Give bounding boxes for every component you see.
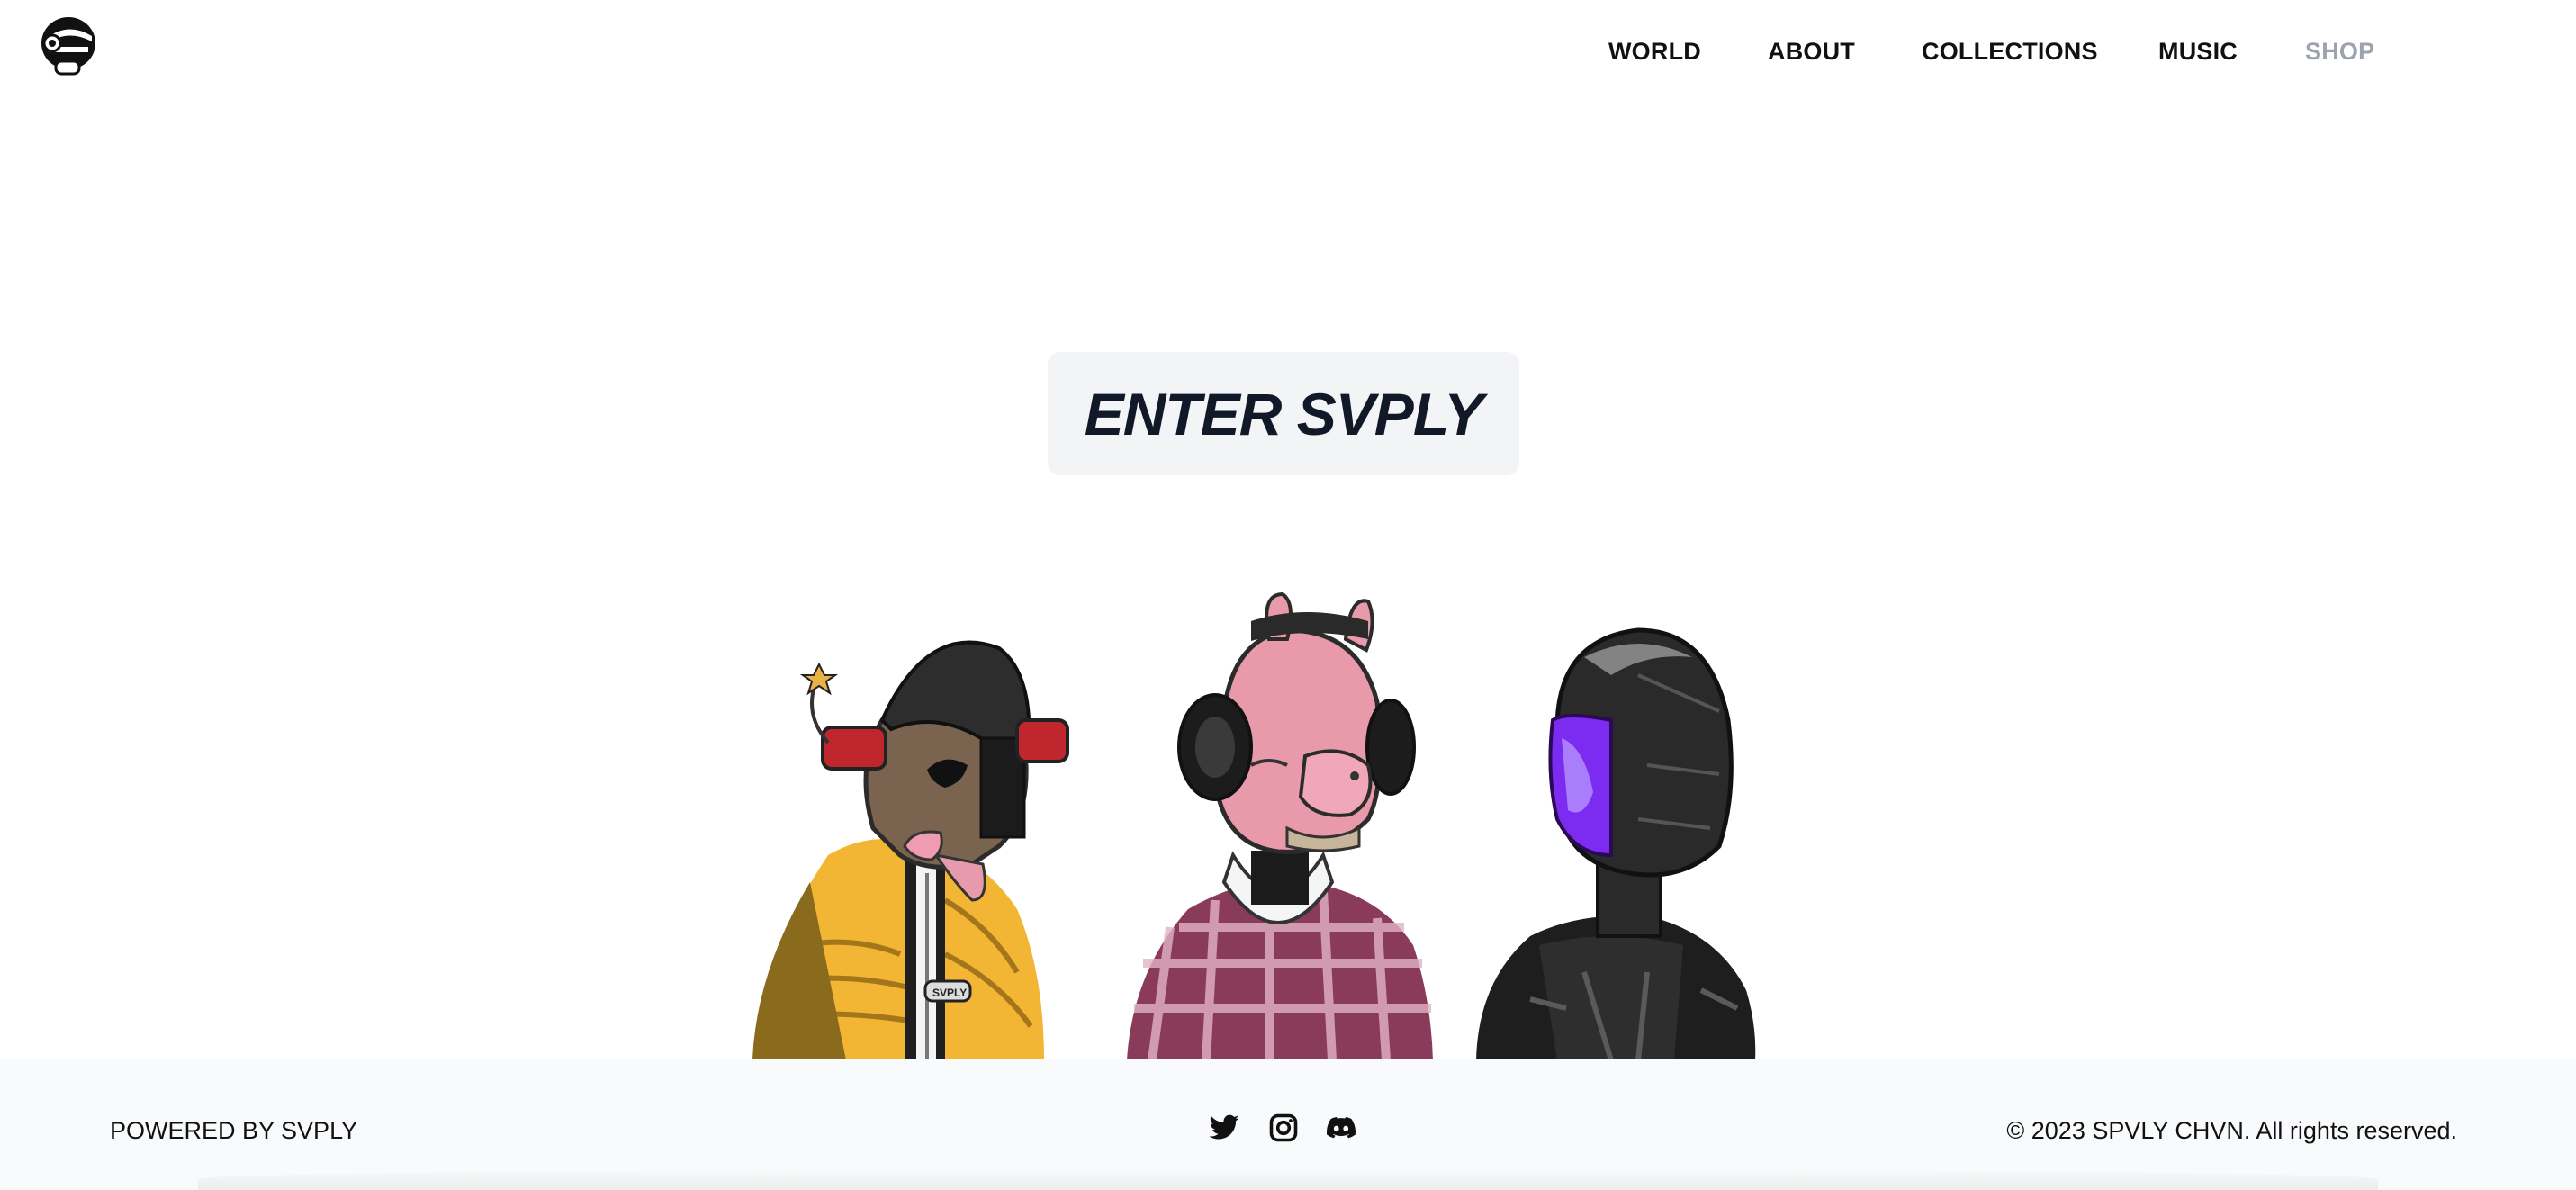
nav-world[interactable]: WORLD [1608, 38, 1701, 66]
enter-svply-label: ENTER SVPLY [1084, 380, 1484, 447]
nav-music[interactable]: MUSIC [2158, 38, 2238, 66]
footer-shadow [198, 1168, 2378, 1190]
nav-shop[interactable]: SHOP [2305, 38, 2374, 66]
powered-by-text: POWERED BY SVPLY [110, 1117, 358, 1144]
enter-svply-button[interactable]: ENTER SVPLY [1048, 352, 1519, 475]
chrome-helmet-character [1476, 627, 1756, 1061]
pink-rabbit-plaid-character [1127, 591, 1433, 1061]
hero-characters-illustration: SVPLY [747, 585, 1827, 1061]
nav-about[interactable]: ABOUT [1768, 38, 1855, 66]
copyright-text: © 2023 SPVLY CHVN. All rights reserved. [2006, 1117, 2457, 1144]
site-footer: POWERED BY SVPLY © 2023 SPVLY CHVN. All … [0, 1059, 2576, 1190]
twitter-icon[interactable] [1208, 1112, 1240, 1144]
discord-icon[interactable] [1325, 1112, 1357, 1144]
main-nav: WORLD ABOUT COLLECTIONS MUSIC SHOP [0, 38, 2576, 72]
instagram-icon[interactable] [1267, 1112, 1300, 1144]
nav-collections[interactable]: COLLECTIONS [1922, 38, 2098, 66]
skull-puffer-jacket-character: SVPLY [752, 640, 1069, 1060]
jacket-badge-text: SVPLY [932, 987, 967, 999]
